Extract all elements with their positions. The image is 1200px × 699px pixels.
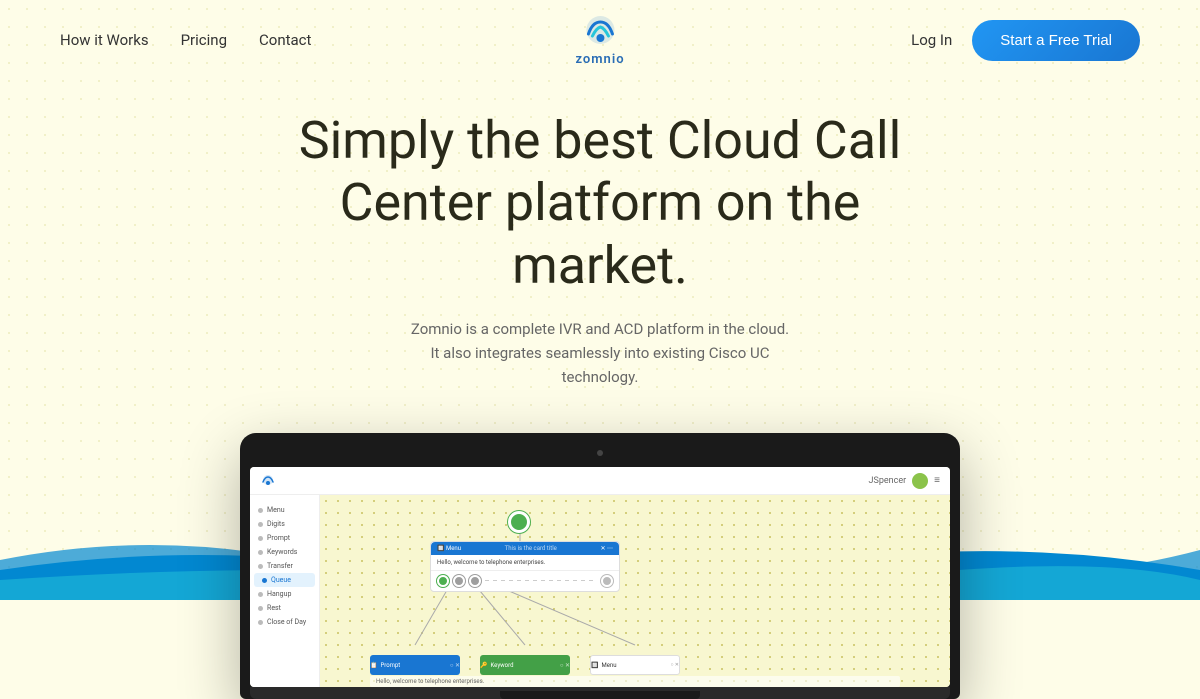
sidebar-hangup[interactable]: Hangup [250, 587, 319, 601]
laptop-screen: JSpencer ≡ Menu D [250, 467, 950, 687]
flow-node-keyword[interactable]: 🔑 Keyword ○ ✕ [480, 655, 570, 675]
flow-node-menu-title: 🔲 Menu [437, 545, 461, 552]
sidebar-dot-active [262, 578, 267, 583]
sidebar-dot [258, 606, 263, 611]
nav-how-it-works[interactable]: How it Works [60, 31, 149, 49]
flow-node-menu-subtitle: This is the card title [505, 545, 557, 552]
navigation: How it Works Pricing Contact zomnio Log … [0, 0, 1200, 80]
hero-section: Simply the best Cloud Call Center platfo… [0, 80, 1200, 409]
sidebar-prompt[interactable]: Prompt [250, 531, 319, 545]
keyword-controls: ○ ✕ [560, 662, 570, 669]
sidebar-rest[interactable]: Rest [250, 601, 319, 615]
sidebar-label: Hangup [267, 590, 291, 598]
flow-node-menu-body: Hello, welcome to telephone enterprises. [431, 555, 619, 571]
app-topbar-right: JSpencer ≡ [869, 473, 940, 489]
nav-pricing[interactable]: Pricing [181, 31, 227, 49]
sidebar-dot [258, 564, 263, 569]
camera-bar [250, 443, 950, 463]
app-logo-icon [260, 474, 276, 488]
hero-subtitle: Zomnio is a complete IVR and ACD platfor… [410, 317, 790, 389]
sidebar-transfer[interactable]: Transfer [250, 559, 319, 573]
flow-node-menu2[interactable]: 🔲 Menu ○ ✕ [590, 655, 680, 675]
sidebar-label: Keywords [267, 548, 297, 556]
laptop-base [250, 687, 950, 699]
keyword-icon: 🔑 [480, 662, 487, 669]
sidebar-label: Close of Day [267, 618, 306, 626]
sidebar-dot [258, 550, 263, 555]
sidebar-label: Queue [271, 576, 291, 584]
login-link[interactable]: Log In [911, 31, 952, 49]
flow-node-prompt[interactable]: 📋 Prompt ○ ✕ [370, 655, 460, 675]
menu2-icon: 🔲 [591, 662, 598, 669]
user-avatar [912, 473, 928, 489]
sidebar-label: Rest [267, 604, 281, 612]
app-body: Menu Digits Prompt Keywords [250, 495, 950, 687]
prompt-label: Prompt [380, 662, 400, 669]
port-1[interactable] [437, 575, 449, 587]
nav-right: Log In Start a Free Trial [911, 20, 1140, 61]
prompt-controls: ○ ✕ [450, 662, 460, 669]
app-sidebar: Menu Digits Prompt Keywords [250, 495, 320, 687]
sidebar-dot [258, 522, 263, 527]
app-topbar: JSpencer ≡ [250, 467, 950, 495]
logo-text: zomnio [575, 52, 624, 67]
keyword-label: Keyword [490, 662, 513, 669]
sidebar-dot [258, 536, 263, 541]
sidebar-digits[interactable]: Digits [250, 517, 319, 531]
laptop-outer: JSpencer ≡ Menu D [240, 433, 960, 699]
sidebar-label: Prompt [267, 534, 290, 542]
port-3[interactable] [469, 575, 481, 587]
flow-node-start[interactable] [508, 511, 530, 533]
nav-left: How it Works Pricing Contact [60, 31, 311, 49]
flow-node-close-icon[interactable]: ✕ ⋯ [600, 545, 613, 552]
app-canvas[interactable]: 🔲 Menu This is the card title ✕ ⋯ Hello,… [320, 495, 950, 687]
sidebar-keywords[interactable]: Keywords [250, 545, 319, 559]
hero-title: Simply the best Cloud Call Center platfo… [250, 110, 950, 297]
menu2-controls: ○ ✕ [671, 662, 679, 668]
prompt-icon: 📋 [370, 662, 377, 669]
logo-icon [578, 14, 622, 50]
sidebar-label: Menu [267, 506, 285, 514]
menu-icon: ≡ [934, 475, 940, 486]
canvas-bottom-text: Hello, welcome to telephone enterprises. [370, 676, 900, 687]
sidebar-menu[interactable]: Menu [250, 503, 319, 517]
flow-node-menu-header: 🔲 Menu This is the card title ✕ ⋯ [431, 542, 619, 555]
cta-button[interactable]: Start a Free Trial [972, 20, 1140, 61]
flow-node-menu[interactable]: 🔲 Menu This is the card title ✕ ⋯ Hello,… [430, 541, 620, 592]
camera-dot [597, 450, 603, 456]
sidebar-dot [258, 592, 263, 597]
menu2-label: Menu [601, 662, 616, 669]
sidebar-queue[interactable]: Queue [254, 573, 315, 587]
nav-contact[interactable]: Contact [259, 31, 311, 49]
sidebar-dot [258, 620, 263, 625]
port-last[interactable] [601, 575, 613, 587]
laptop: JSpencer ≡ Menu D [240, 433, 960, 699]
flow-node-ports [431, 571, 619, 591]
sidebar-dot [258, 508, 263, 513]
sidebar-label: Transfer [267, 562, 293, 570]
sidebar-label: Digits [267, 520, 285, 528]
sidebar-close-of-day[interactable]: Close of Day [250, 615, 319, 629]
app-username: JSpencer [869, 476, 907, 486]
logo[interactable]: zomnio [575, 14, 624, 67]
laptop-mockup: JSpencer ≡ Menu D [0, 433, 1200, 699]
port-2[interactable] [453, 575, 465, 587]
